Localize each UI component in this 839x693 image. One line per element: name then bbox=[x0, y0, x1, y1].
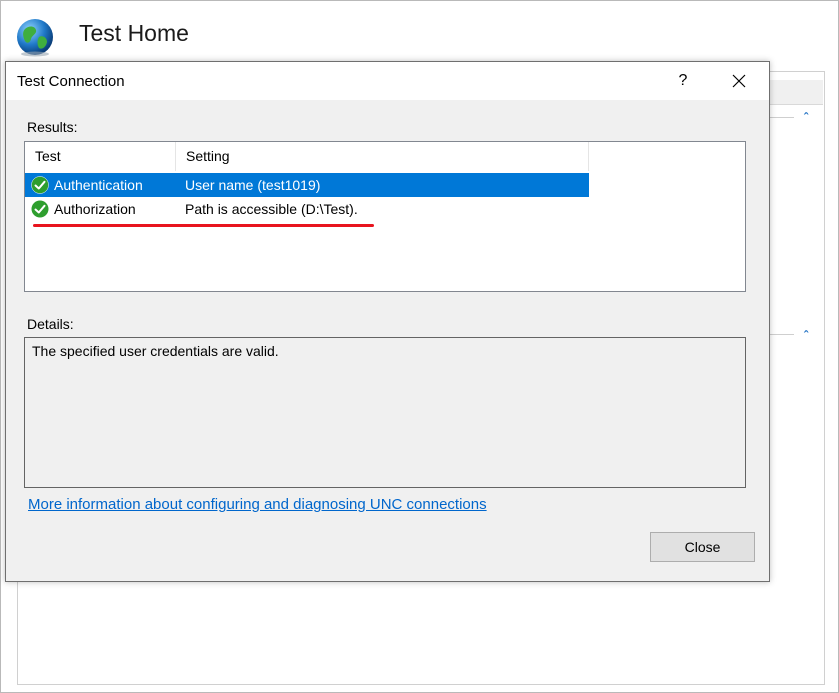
annotation-underline bbox=[33, 224, 374, 227]
test-connection-dialog: Test Connection ? Results: Test Setting … bbox=[5, 61, 770, 582]
close-button[interactable]: Close bbox=[650, 532, 755, 562]
details-box[interactable]: The specified user credentials are valid… bbox=[24, 337, 746, 488]
result-test-name: Authentication bbox=[54, 177, 143, 193]
page-title: Test Home bbox=[79, 20, 189, 46]
more-info-link[interactable]: More information about configuring and d… bbox=[28, 496, 487, 513]
column-header-test[interactable]: Test bbox=[25, 142, 176, 171]
result-setting: User name (test1019) bbox=[185, 177, 321, 193]
close-icon[interactable] bbox=[724, 68, 754, 94]
result-setting: Path is accessible (D:\Test). bbox=[185, 201, 358, 217]
result-row[interactable]: Authentication User name (test1019) bbox=[25, 173, 589, 197]
details-label: Details: bbox=[27, 316, 74, 332]
help-icon[interactable]: ? bbox=[668, 68, 698, 94]
results-list[interactable]: Test Setting Authentication User name (t… bbox=[24, 141, 746, 292]
result-row[interactable]: Authorization Path is accessible (D:\Tes… bbox=[25, 197, 589, 221]
section-divider bbox=[770, 334, 794, 335]
success-check-icon bbox=[31, 200, 49, 218]
column-header-setting[interactable]: Setting bbox=[176, 142, 589, 171]
details-text: The specified user credentials are valid… bbox=[32, 343, 279, 359]
dialog-titlebar: Test Connection ? bbox=[6, 62, 769, 100]
success-check-icon bbox=[31, 176, 49, 194]
globe-icon bbox=[17, 19, 53, 57]
result-test-name: Authorization bbox=[54, 201, 136, 217]
dialog-title: Test Connection bbox=[17, 73, 125, 90]
results-label: Results: bbox=[27, 119, 78, 135]
panel-header bbox=[770, 80, 823, 105]
chevron-up-icon[interactable]: ˆ bbox=[799, 329, 813, 342]
section-divider bbox=[770, 117, 794, 118]
chevron-up-icon[interactable]: ˆ bbox=[799, 111, 813, 124]
